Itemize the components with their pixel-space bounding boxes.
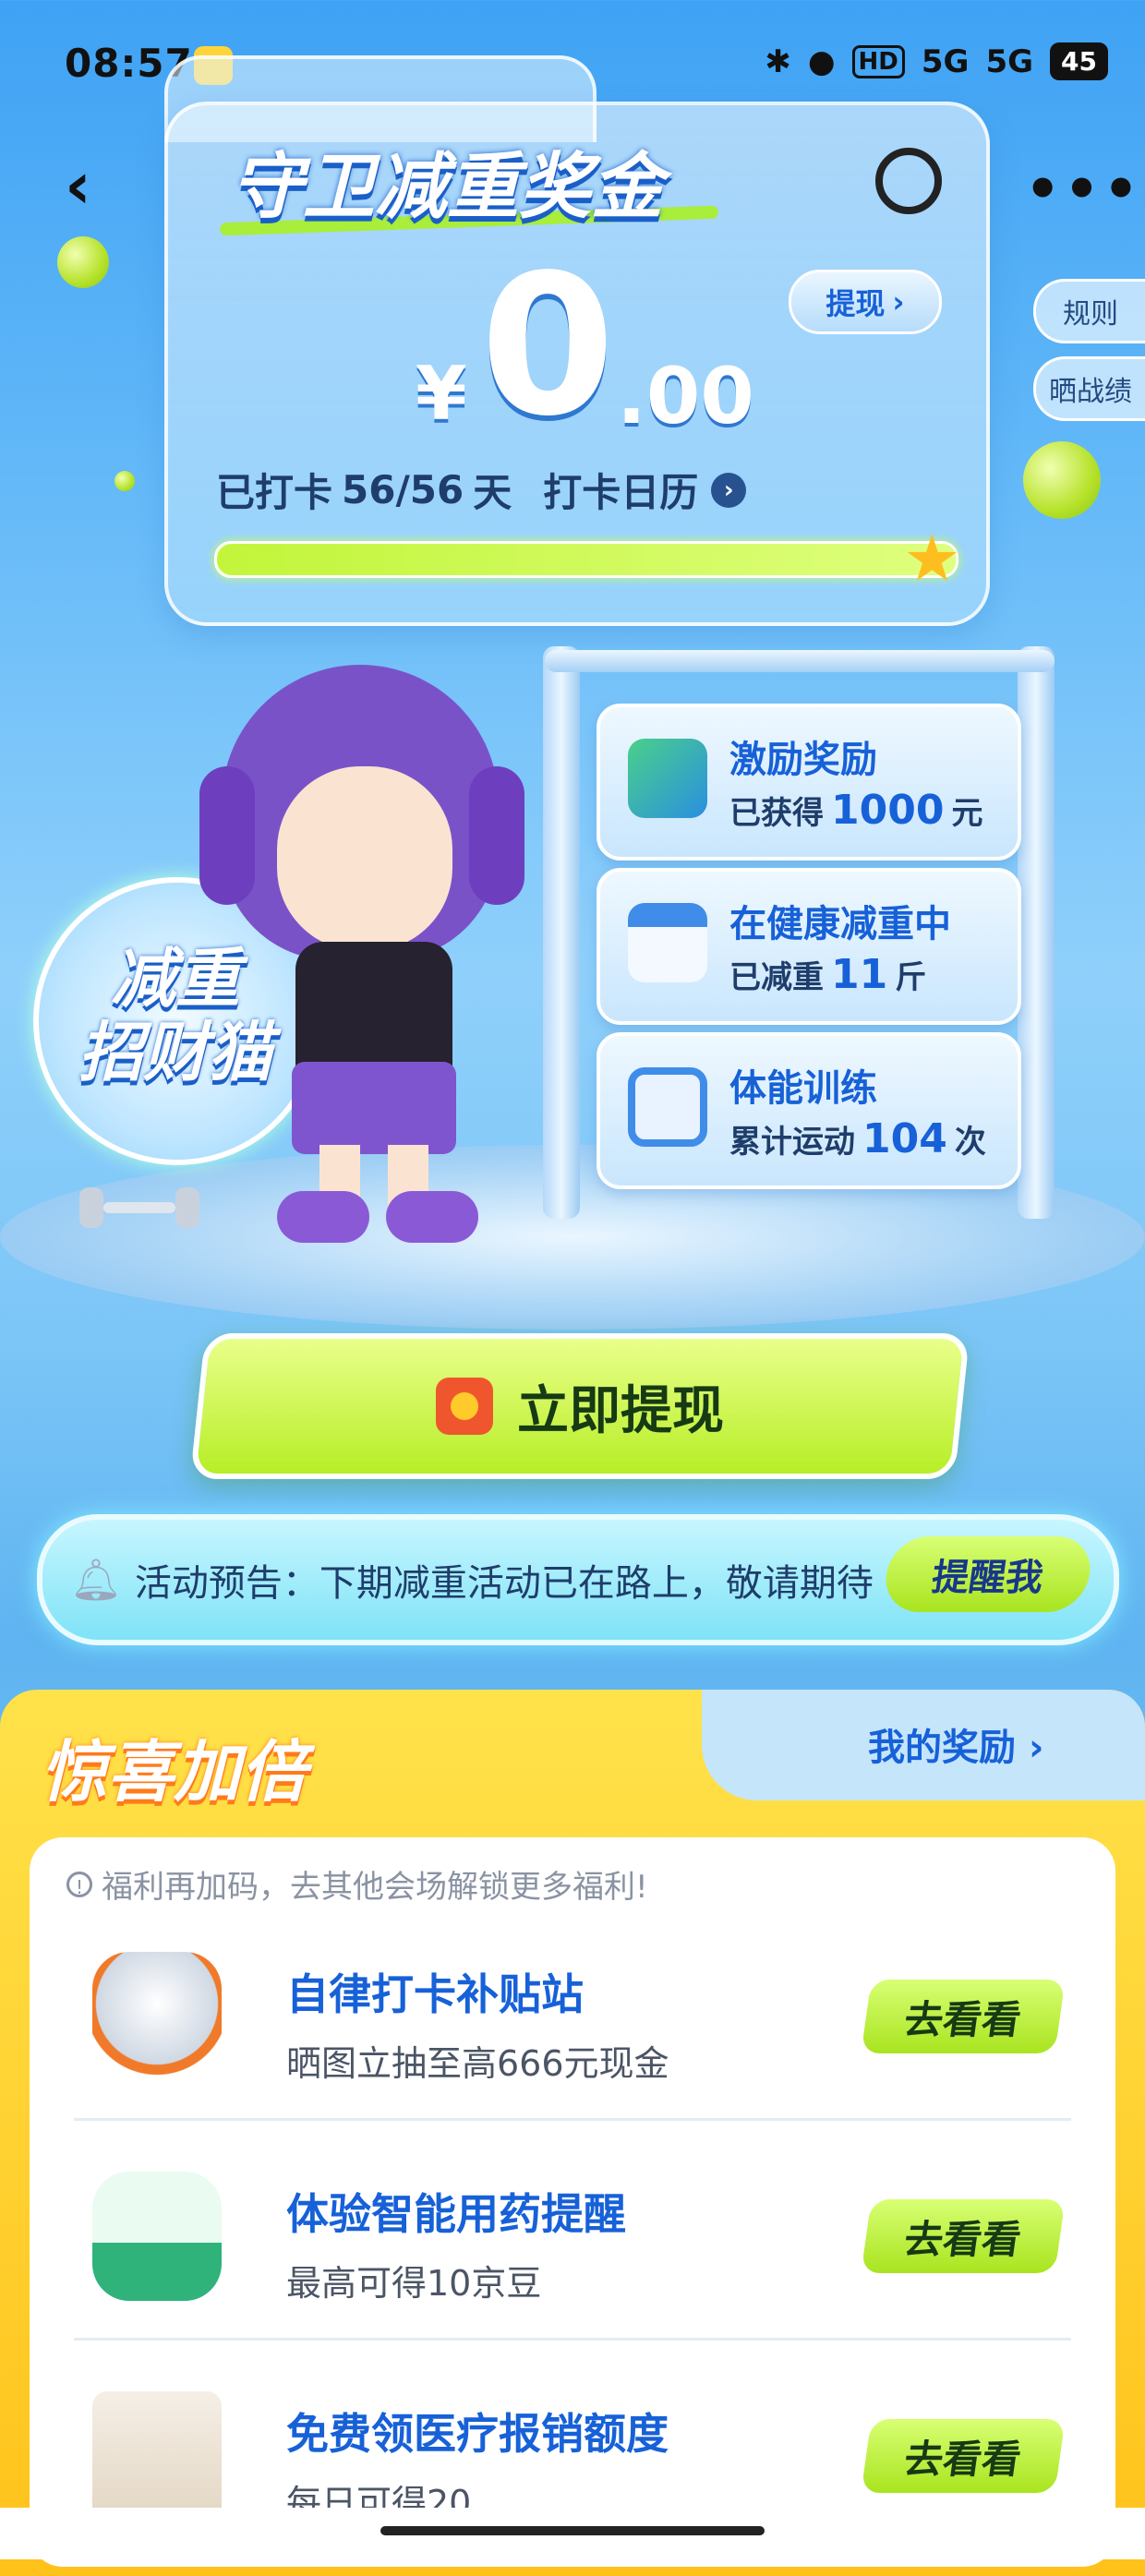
signal-1: 5G [921, 42, 970, 80]
chevron-right-icon: › [892, 284, 905, 319]
withdraw-now-button[interactable]: 立即提现 [189, 1333, 970, 1479]
pill-robot-icon [92, 2172, 222, 2301]
tennis-ball-decoration [114, 471, 135, 491]
battery-indicator: 45 [1050, 42, 1108, 80]
info-card-weight: 在健康减重中 已减重 11 斤 [597, 868, 1021, 1025]
info-card-prefix: 已减重 [729, 959, 824, 996]
checkin-calendar-link[interactable]: 打卡日历 [543, 462, 698, 518]
info-card-prefix: 累计运动 [729, 1124, 855, 1161]
mascot-shorts [292, 1062, 456, 1154]
info-card-training: 体能训练 累计运动 104 次 [597, 1032, 1021, 1189]
list-item-title: 体验智能用药提醒 [286, 2189, 626, 2239]
info-card-value: 1000 [831, 787, 945, 834]
progress-fill [217, 544, 956, 575]
board-pole-right [1018, 646, 1055, 1219]
badge-line-1: 减重 [111, 941, 240, 1017]
list-item-title: 免费领医疗报销额度 [286, 2409, 669, 2459]
info-card-detail: 已获得 1000 元 [729, 787, 982, 834]
status-icons: ✱ ● HD 5G 5G 45 [765, 42, 1108, 80]
medical-form-icon [92, 2391, 222, 2521]
go-see-button[interactable]: 去看看 [861, 2419, 1066, 2493]
mascot-shoe [277, 1191, 369, 1243]
go-see-button[interactable]: 去看看 [861, 2199, 1066, 2273]
withdraw-pill-label: 提现 [826, 286, 886, 321]
go-see-button[interactable]: 去看看 [861, 1980, 1066, 2053]
board-top-bar [545, 650, 1055, 672]
balance-decimal: .00 [617, 351, 754, 441]
info-card-unit: 次 [954, 1124, 986, 1161]
info-card-reward: 激励奖励 已获得 1000 元 [597, 704, 1021, 861]
home-indicator[interactable] [380, 2526, 765, 2535]
checkin-unit: 天 [473, 470, 512, 515]
calendar-icon [628, 903, 707, 982]
mascot-badge-text: 减重 招财猫 [55, 942, 295, 1089]
board-pole-left [543, 646, 580, 1219]
bonus-title: 惊喜加倍 [41, 1733, 307, 1811]
mascot-shoe [386, 1191, 478, 1243]
mascot-face [277, 766, 452, 951]
headphone-left [199, 766, 255, 905]
list-item-subtitle: 晒图立抽至高666元现金 [286, 2043, 669, 2084]
bluetooth-icon: ✱ [765, 42, 791, 80]
info-card-value: 11 [831, 951, 888, 998]
checkin-progress: 56/56 [342, 467, 464, 512]
bonus-list: ! 福利再加码，去其他会场解锁更多福利! 自律打卡补贴站 晒图立抽至高666元现… [30, 1837, 1115, 2567]
star-icon: ★ [903, 521, 961, 596]
checkin-label: 已打卡 [216, 470, 333, 515]
info-icon: ! [66, 1871, 92, 1898]
info-card-detail: 已减重 11 斤 [729, 951, 926, 998]
share-icon[interactable] [875, 148, 942, 214]
info-card-prefix: 已获得 [729, 795, 824, 832]
page-title: 守卫减重奖金 [231, 146, 664, 229]
info-card-unit: 斤 [895, 959, 927, 996]
list-item-subtitle: 最高可得10京豆 [286, 2263, 542, 2304]
list-item[interactable]: 体验智能用药提醒 最高可得10京豆 去看看 [74, 2135, 1071, 2341]
bell-icon: 🔔︎ [70, 1557, 122, 1604]
back-icon[interactable]: ‹ [65, 148, 91, 223]
hd-icon: HD [851, 44, 905, 78]
info-card-unit: 元 [951, 795, 983, 832]
info-card-title: 激励奖励 [729, 739, 877, 781]
scale-icon [628, 1067, 707, 1147]
bonus-tip-text: 福利再加码，去其他会场解锁更多福利! [102, 1869, 648, 1906]
list-item[interactable]: 自律打卡补贴站 晒图立抽至高666元现金 去看看 [74, 1915, 1071, 2121]
dumbbell-icon [79, 1187, 199, 1228]
info-card-detail: 累计运动 104 次 [729, 1115, 986, 1162]
my-reward-link[interactable]: 我的奖励 › [868, 1717, 1043, 1771]
withdraw-pill-button[interactable]: 提现 › [789, 270, 942, 334]
chevron-right-icon: › [1028, 1727, 1044, 1769]
withdraw-now-label: 立即提现 [517, 1380, 724, 1441]
headphone-right [469, 766, 524, 905]
info-card-title: 体能训练 [729, 1067, 877, 1110]
currency-symbol: ¥ [416, 351, 467, 437]
notice-text: 活动预告：下期减重活动已在路上，敬请期待 [134, 1562, 874, 1605]
money-icon [628, 739, 707, 818]
rules-button[interactable]: 规则 [1033, 279, 1145, 343]
chevron-right-icon[interactable]: › [711, 472, 747, 508]
signal-2: 5G [985, 42, 1034, 80]
share-results-button[interactable]: 晒战绩 [1033, 356, 1145, 421]
list-item-title: 自律打卡补贴站 [286, 1969, 584, 2019]
more-icon[interactable]: ••• [1025, 157, 1142, 222]
my-reward-label: 我的奖励 [868, 1727, 1016, 1769]
checkin-progress-bar [214, 541, 958, 578]
info-card-value: 104 [862, 1115, 947, 1162]
tennis-ball-decoration [57, 236, 109, 288]
info-card-title: 在健康减重中 [729, 903, 951, 945]
checkin-summary: 已打卡 56/56 天 打卡日历 › [216, 462, 747, 518]
bonus-tip: ! 福利再加码，去其他会场解锁更多福利! [66, 1861, 648, 1907]
tennis-ball-decoration [1023, 441, 1101, 519]
badge-line-2: 招财猫 [78, 1015, 272, 1090]
fitness-robot-icon [92, 1952, 222, 2081]
mascot-body [295, 942, 452, 1080]
location-icon: ● [807, 42, 836, 80]
balance-integer: 0 [480, 233, 616, 459]
remind-me-button[interactable]: 提醒我 [881, 1536, 1095, 1612]
activity-notice-bar: 🔔︎ 活动预告：下期减重活动已在路上，敬请期待 提醒我 [37, 1514, 1119, 1645]
red-envelope-icon [436, 1378, 493, 1435]
